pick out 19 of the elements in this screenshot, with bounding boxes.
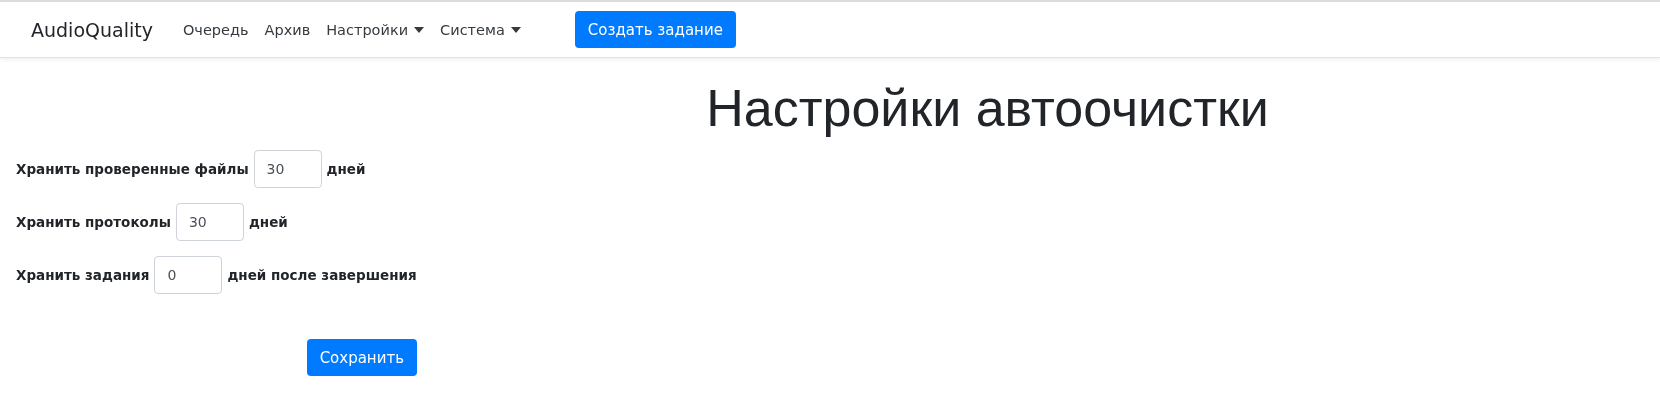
caret-icon	[510, 26, 521, 33]
save-button[interactable]: Сохранить	[306, 339, 417, 376]
nav-link[interactable]: Очередь	[174, 13, 257, 46]
unit-label: дней после завершения	[227, 267, 417, 283]
nav-link[interactable]: Архив	[256, 13, 319, 46]
input-field[interactable]: 30	[253, 150, 322, 188]
create-task-button[interactable]: Создать задание	[574, 11, 736, 48]
field-label: Хранить задания	[16, 267, 150, 283]
field-label: Хранить протоколы	[16, 214, 171, 230]
nav-dropdown[interactable]: Система	[432, 13, 529, 46]
unit-label: дней	[326, 161, 366, 177]
page-title: Настройки автоочистки	[705, 78, 1270, 138]
nav-dropdown[interactable]: Настройки	[318, 13, 433, 46]
input-field[interactable]: 30	[175, 203, 244, 241]
unit-label: дней	[248, 214, 288, 230]
input-field[interactable]: 0	[154, 256, 223, 294]
caret-icon	[414, 26, 425, 33]
brand-link[interactable]: AudioQuality	[31, 18, 153, 41]
field-label: Хранить проверенные файлы	[16, 161, 249, 177]
